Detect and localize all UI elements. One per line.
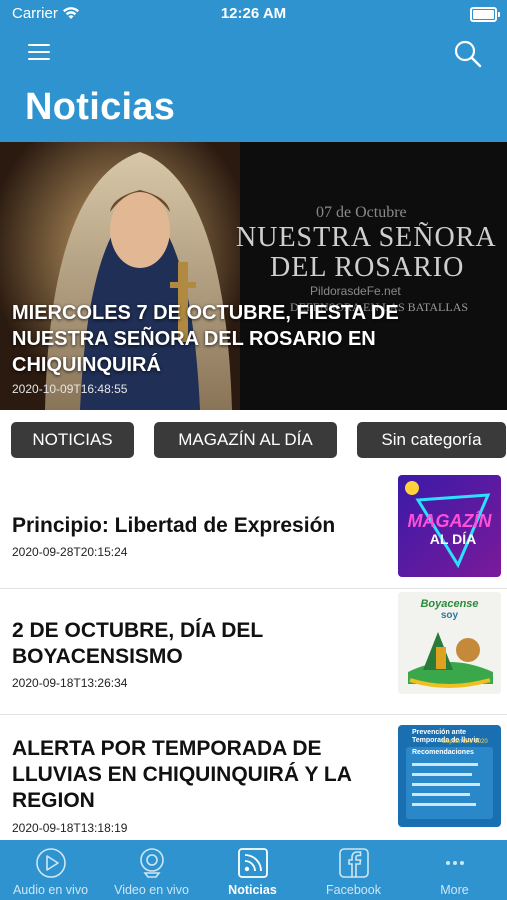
article-thumbnail: MAGAZÍN AL DÍA: [398, 475, 501, 577]
search-icon[interactable]: [452, 38, 484, 70]
tab-label: Audio en vivo: [12, 883, 89, 897]
header-bar: Carrier 12:26 AM Noticias: [0, 0, 507, 142]
play-circle-icon: [36, 848, 66, 878]
list-item[interactable]: Principio: Libertad de Expresión 2020-09…: [0, 470, 507, 588]
rss-icon: [238, 848, 268, 878]
menu-button[interactable]: [26, 40, 54, 64]
page-title: Noticias: [25, 86, 176, 128]
text-line: [412, 803, 476, 806]
hero-image-site: PildorasdeFe.net: [310, 284, 401, 298]
list-item[interactable]: 2 DE OCTUBRE, DÍA DEL BOYACENSISMO 2020-…: [0, 589, 507, 714]
hero-date: 2020-10-09T16:48:55: [12, 382, 128, 396]
status-bar: Carrier 12:26 AM: [0, 0, 507, 28]
text-line: [412, 793, 470, 796]
tab-bar: Audio en vivo Video en vivo Noticias Fac…: [0, 840, 507, 900]
tab-label: Facebook: [326, 883, 381, 897]
magazin-thumb-bottom: AL DÍA: [429, 531, 477, 547]
more-dots-icon: [446, 861, 464, 865]
category-chip-noticias[interactable]: NOTICIAS: [11, 422, 134, 458]
article-title: Principio: Libertad de Expresión: [12, 514, 336, 537]
lluvia-thumb-sub: Septiembre 2020: [442, 739, 488, 745]
category-chip-magazin[interactable]: MAGAZÍN AL DÍA: [154, 422, 337, 458]
tab-facebook[interactable]: Facebook: [303, 840, 404, 900]
magazin-thumb-top: MAGAZÍN: [407, 511, 492, 531]
boyacense-thumb-bottom: soy: [440, 610, 459, 621]
hero-title: MIERCOLES 7 DE OCTUBRE, FIESTA DE NUESTR…: [12, 302, 399, 376]
hero-image-line2: DEL ROSARIO: [270, 252, 465, 283]
text-line: [412, 773, 472, 776]
article-date: 2020-09-18T13:18:19: [12, 821, 128, 835]
facebook-icon: [339, 848, 369, 878]
article-thumbnail: Prevención ante Temporada de lluvia Sept…: [398, 725, 501, 827]
article-date: 2020-09-18T13:26:34: [12, 676, 128, 690]
tab-noticias[interactable]: Noticias: [202, 840, 303, 900]
lluvia-thumb-box: Recomendaciones: [406, 747, 493, 819]
tab-more[interactable]: More: [404, 840, 505, 900]
lluvia-thumb-box-title: Recomendaciones: [412, 749, 474, 756]
hero-image-date: 07 de Octubre: [316, 204, 407, 221]
tab-label: Video en vivo: [114, 883, 189, 897]
tab-audio-en-vivo[interactable]: Audio en vivo: [0, 840, 101, 900]
article-title: 2 DE OCTUBRE, DÍA DEL BOYACENSISMO: [12, 619, 263, 668]
article-title: ALERTA POR TEMPORADA DE LLUVIAS EN CHIQU…: [12, 737, 352, 812]
battery-icon: [470, 7, 500, 22]
clock: 12:26 AM: [220, 5, 287, 22]
list-item[interactable]: ALERTA POR TEMPORADA DE LLUVIAS EN CHIQU…: [0, 715, 507, 840]
text-line: [412, 763, 478, 766]
tab-video-en-vivo[interactable]: Video en vivo: [101, 840, 202, 900]
featured-article[interactable]: 07 de Octubre NUESTRA SEÑORA DEL ROSARIO…: [0, 142, 507, 410]
text-line: [412, 783, 480, 786]
category-chip-sin-categoria[interactable]: Sin categoría: [357, 422, 506, 458]
webcam-icon: [140, 848, 164, 878]
tab-label: More: [440, 883, 469, 897]
article-date: 2020-09-28T20:15:24: [12, 545, 128, 559]
hero-image-line1: NUESTRA SEÑORA: [236, 222, 497, 253]
article-thumbnail: Boyacense soy: [398, 592, 501, 694]
boyacense-thumb-top: Boyacense: [420, 598, 479, 610]
tab-label: Noticias: [228, 883, 277, 897]
